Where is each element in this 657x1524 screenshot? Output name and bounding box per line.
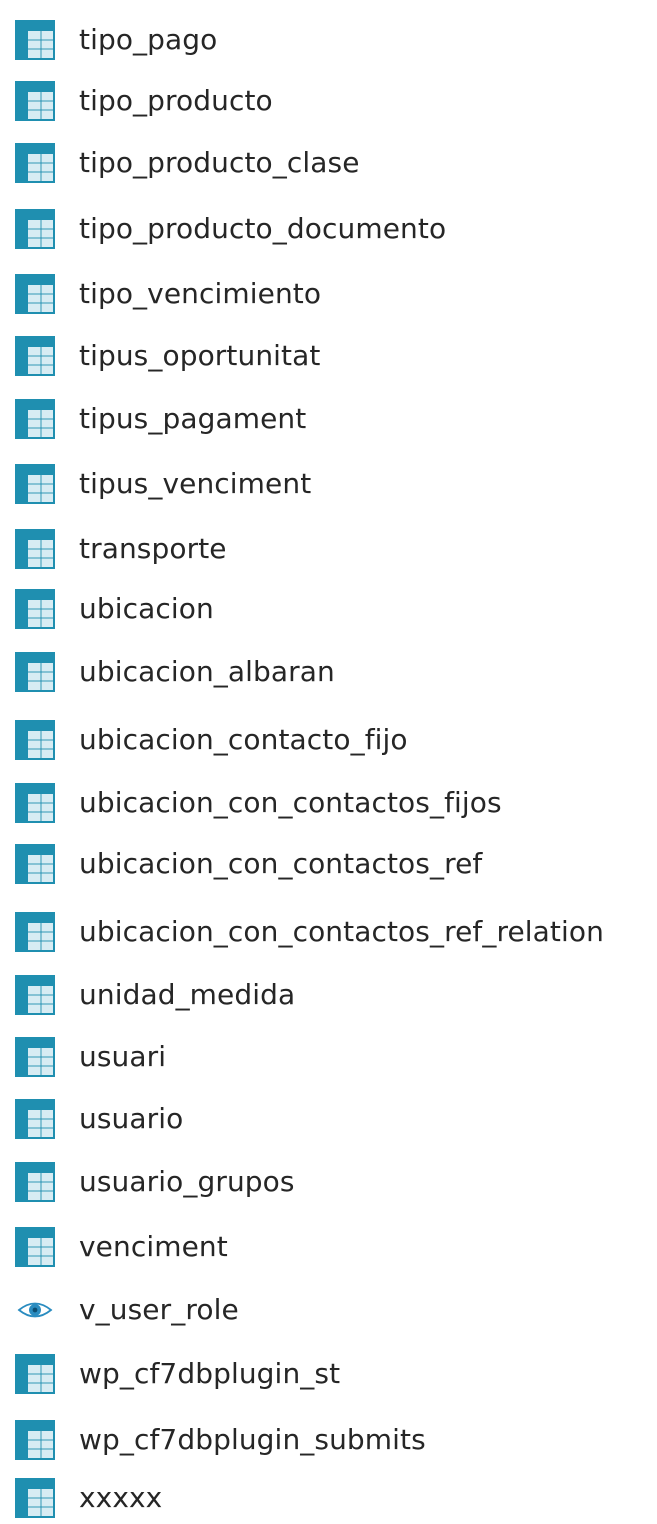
table-icon: [15, 81, 55, 121]
tree-item[interactable]: usuario: [0, 1087, 657, 1151]
tree-item-label: wp_cf7dbplugin_st: [79, 1357, 341, 1390]
tree-item-label: tipus_venciment: [79, 467, 312, 500]
table-tree-list: tipo_pago tipo_producto tipo_producto_cl…: [0, 0, 657, 1524]
tree-item-label: ubicacion_con_contactos_ref: [79, 847, 483, 880]
tree-item-label: wp_cf7dbplugin_submits: [79, 1423, 426, 1456]
table-icon: [15, 143, 55, 183]
tree-item-label: tipo_producto: [79, 84, 273, 117]
view-icon: [15, 1290, 55, 1330]
tree-item-label: v_user_role: [79, 1293, 239, 1326]
tree-item-label: ubicacion: [79, 592, 214, 625]
tree-item[interactable]: tipus_oportunitat: [0, 324, 657, 388]
tree-item[interactable]: tipo_producto_documento: [0, 197, 657, 261]
table-icon: [15, 209, 55, 249]
table-icon: [15, 1354, 55, 1394]
table-icon: [15, 529, 55, 569]
tree-item[interactable]: tipo_vencimiento: [0, 262, 657, 326]
tree-item[interactable]: ubicacion: [0, 577, 657, 641]
table-icon: [15, 652, 55, 692]
table-icon: [15, 1227, 55, 1267]
table-icon: [15, 274, 55, 314]
tree-item[interactable]: wp_cf7dbplugin_st: [0, 1342, 657, 1406]
tree-item[interactable]: ubicacion_con_contactos_ref_relation: [0, 900, 657, 964]
tree-item-label: usuario_grupos: [79, 1165, 295, 1198]
tree-item[interactable]: tipo_producto: [0, 69, 657, 133]
table-icon: [15, 336, 55, 376]
tree-item-label: unidad_medida: [79, 978, 296, 1011]
table-icon: [15, 1037, 55, 1077]
tree-item-label: tipo_pago: [79, 23, 218, 56]
tree-item-label: tipo_vencimiento: [79, 277, 322, 310]
tree-item[interactable]: tipus_venciment: [0, 452, 657, 516]
tree-item[interactable]: wp_cf7dbplugin_submits: [0, 1408, 657, 1472]
tree-item-label: tipo_producto_clase: [79, 146, 360, 179]
tree-item[interactable]: ubicacion_con_contactos_ref: [0, 832, 657, 896]
tree-item-label: ubicacion_con_contactos_ref_relation: [79, 915, 604, 948]
tree-item[interactable]: usuari: [0, 1025, 657, 1089]
table-icon: [15, 1420, 55, 1460]
table-icon: [15, 20, 55, 60]
tree-item[interactable]: ubicacion_albaran: [0, 640, 657, 704]
tree-item-label: ubicacion_contacto_fijo: [79, 723, 408, 756]
tree-item-label: transporte: [79, 532, 227, 565]
tree-item[interactable]: usuario_grupos: [0, 1150, 657, 1214]
table-icon: [15, 783, 55, 823]
table-icon: [15, 912, 55, 952]
tree-item[interactable]: ubicacion_con_contactos_fijos: [0, 771, 657, 835]
tree-item-label: tipo_producto_documento: [79, 212, 447, 245]
table-icon: [15, 1099, 55, 1139]
table-icon: [15, 1162, 55, 1202]
tree-item-label: ubicacion_albaran: [79, 655, 335, 688]
tree-item[interactable]: unidad_medida: [0, 963, 657, 1027]
table-icon: [15, 720, 55, 760]
tree-item[interactable]: tipo_producto_clase: [0, 131, 657, 195]
table-icon: [15, 844, 55, 884]
table-icon: [15, 464, 55, 504]
tree-item-label: usuari: [79, 1040, 167, 1073]
tree-item[interactable]: venciment: [0, 1215, 657, 1279]
tree-item[interactable]: tipus_pagament: [0, 387, 657, 451]
table-icon: [15, 975, 55, 1015]
tree-item-label: usuario: [79, 1102, 184, 1135]
table-icon: [15, 1478, 55, 1518]
tree-item[interactable]: transporte: [0, 517, 657, 581]
tree-item[interactable]: ubicacion_contacto_fijo: [0, 708, 657, 772]
tree-item-view[interactable]: v_user_role: [0, 1278, 657, 1342]
tree-item-label: ubicacion_con_contactos_fijos: [79, 786, 502, 819]
tree-item-label: tipus_oportunitat: [79, 339, 321, 372]
tree-item-label: xxxxx: [79, 1481, 163, 1514]
tree-item[interactable]: tipo_pago: [0, 8, 657, 72]
tree-item[interactable]: xxxxx: [0, 1466, 657, 1524]
tree-item-label: venciment: [79, 1230, 228, 1263]
tree-item-label: tipus_pagament: [79, 402, 307, 435]
table-icon: [15, 399, 55, 439]
table-icon: [15, 589, 55, 629]
